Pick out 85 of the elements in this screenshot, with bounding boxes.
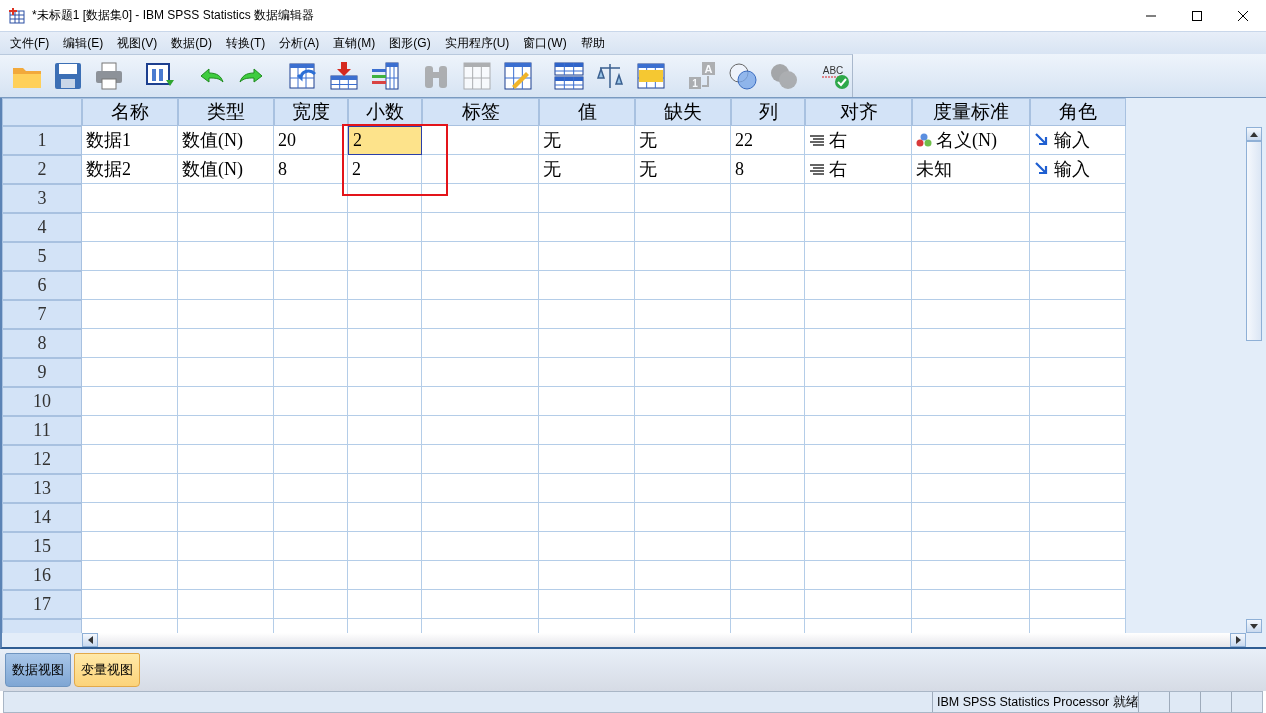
row-header[interactable]: 5 [2,242,82,271]
column-header[interactable]: 值 [539,98,635,126]
cell-text: 输入 [1054,129,1090,152]
column-header[interactable]: 类型 [178,98,274,126]
table-cell: 无 [539,155,635,184]
menu-item[interactable]: 图形(G) [382,33,438,53]
table-cell: 8 [731,155,805,184]
table-arrow-icon[interactable] [328,60,360,92]
cell-text: 名义(N) [936,129,997,152]
column-header[interactable]: 宽度 [274,98,348,126]
row-header[interactable]: 13 [2,474,82,503]
column-header[interactable]: 标签 [422,98,539,126]
down-arrow-icon [1250,623,1258,629]
table-cell: 无 [635,155,731,184]
arrow-icon [1034,133,1050,147]
app-icon [8,6,26,25]
row-header[interactable]: 3 [2,184,82,213]
arrow-icon [1034,162,1050,176]
menu-item[interactable]: 帮助 [573,33,612,53]
column-header[interactable]: 对齐 [805,98,912,126]
row-header[interactable]: 10 [2,387,82,416]
menu-item[interactable]: 窗口(W) [516,33,574,53]
table-cell: 无 [635,126,731,155]
menu-item[interactable]: 分析(A) [272,33,327,53]
row-header[interactable]: 14 [2,503,82,532]
column-header[interactable]: 小数 [348,98,422,126]
left-arrow-icon [87,636,93,644]
cell-text: 右 [829,129,847,152]
window-title: *未标题1 [数据集0] - IBM SPSS Statistics 数据编辑器 [32,7,316,24]
row-header[interactable]: 4 [2,213,82,242]
table-pencil-icon[interactable] [502,60,534,92]
row-header[interactable]: 15 [2,532,82,561]
table-cell: 20 [274,126,348,155]
row-header[interactable]: 8 [2,329,82,358]
row-header[interactable]: 1 [2,126,82,155]
table-cell: 数值(N) [178,155,274,184]
circles-icon[interactable] [727,60,759,92]
menu-item[interactable]: 转换(T) [219,33,273,53]
row-header[interactable]: 2 [2,155,82,184]
menu-item[interactable]: 视图(V) [110,33,165,53]
maximize-icon [1191,9,1203,22]
column-header[interactable]: 列 [731,98,805,126]
row-header[interactable]: 17 [2,590,82,619]
row-header[interactable]: 11 [2,416,82,445]
row-header[interactable]: 6 [2,271,82,300]
status-text: IBM SPSS Statistics Processor 就绪 [932,692,1138,712]
table-cell: 22 [731,126,805,155]
column-header[interactable]: 缺失 [635,98,731,126]
table-icon[interactable] [635,60,667,92]
align-right-icon [809,162,825,176]
cell-text: 右 [829,158,847,181]
row-header[interactable]: 7 [2,300,82,329]
table-cell: 数据2 [82,155,178,184]
table-cell: 2 [348,126,422,155]
view-tab[interactable]: 变量视图 [74,653,140,687]
list-table-icon[interactable] [369,60,401,92]
row-header[interactable]: 9 [2,358,82,387]
table-cell: 未知 [912,155,1030,184]
menu-item[interactable]: 实用程序(U) [437,33,517,53]
table-cell: 2 [348,155,422,184]
row-header[interactable]: 16 [2,561,82,590]
three-balls-icon [916,133,932,147]
two-tables-icon[interactable] [553,60,585,92]
row-header[interactable]: 12 [2,445,82,474]
close-icon [1237,9,1249,22]
view-tab[interactable]: 数据视图 [5,653,71,687]
up-arrow-icon [1250,131,1258,137]
cell-text: 输入 [1054,158,1090,181]
column-header[interactable]: 度量标准 [912,98,1030,126]
table-cell: 数据1 [82,126,178,155]
table-cell: 无 [539,126,635,155]
menu-item[interactable]: 编辑(E) [56,33,111,53]
horizontal-scrollbar[interactable] [82,633,1246,647]
column-header[interactable]: 名称 [82,98,178,126]
scrollbar-thumb[interactable] [1246,141,1262,341]
menu-item[interactable]: 数据(D) [164,33,219,53]
right-arrow-icon [1235,636,1241,644]
column-header[interactable]: 角色 [1030,98,1126,126]
table-cell: 数值(N) [178,126,274,155]
table-cell: 8 [274,155,348,184]
menu-item[interactable]: 文件(F) [3,33,57,53]
align-right-icon [809,133,825,147]
printer-icon[interactable] [93,60,125,92]
corner-cell[interactable] [2,98,82,126]
menu-item[interactable]: 直销(M) [326,33,383,53]
